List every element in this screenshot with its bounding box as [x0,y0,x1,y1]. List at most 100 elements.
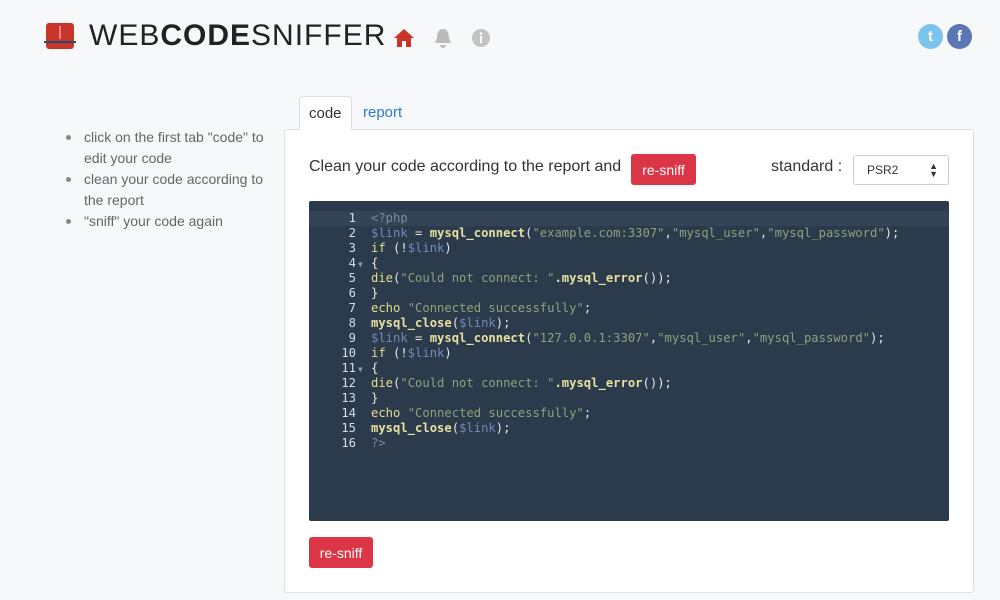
code-token: "Connected successfully" [407,406,584,420]
code-line[interactable]: 7 echo "Connected successfully"; [309,301,949,316]
code-token: <?php [371,211,408,225]
code-token: $link [407,346,445,360]
code-token: $link [459,421,496,435]
code-token: .mysql_error [554,376,643,390]
header: WEBCODESNIFFER t f [0,0,1000,75]
line-number: 3 [348,241,356,255]
code-token: mysql_connect [429,226,526,240]
line-number: 10 [341,346,356,360]
brand-part: WEB [89,19,161,52]
fold-arrow-icon[interactable]: ▼ [356,362,371,377]
line-number: 13 [341,391,356,405]
line-number: 11 [341,361,356,375]
code-token: echo [371,406,401,420]
code-token: ()); [642,271,672,285]
code-token: , [745,331,753,345]
code-token: ); [495,316,511,330]
standard-label: standard : [771,158,843,175]
code-token: "mysql_password" [767,226,885,240]
code-line[interactable]: 13} [309,391,949,406]
home-icon[interactable] [393,27,415,49]
line-number: 8 [348,316,356,330]
code-token: , [664,226,672,240]
code-line[interactable]: 12 die("Could not connect: ".mysql_error(… [309,376,949,391]
code-token: die [371,271,394,285]
code-token: ( [451,421,460,435]
brand-part: SNIFFER [251,19,387,52]
code-token: $link [407,241,445,255]
code-token: (! [385,241,408,255]
code-line[interactable]: 10 if (!$link) [309,346,949,361]
info-icon[interactable] [470,27,492,49]
code-line[interactable]: 2 $link = mysql_connect("example.com:3307… [309,226,949,241]
code-line[interactable]: 9 $link = mysql_connect("127.0.0.1:3307",… [309,331,949,346]
code-token: "mysql_password" [752,331,870,345]
code-editor[interactable]: 1 <?php 2 $link = mysql_connect ( "example.co… [309,201,949,521]
resniff-button[interactable]: re-sniff [309,537,373,568]
code-line[interactable]: 6} [309,286,949,301]
code-token: mysql_close [371,421,452,435]
tip-item: "sniff" your code again [66,211,266,232]
code-token: = [407,226,430,240]
brand-name[interactable]: WEBCODESNIFFER [89,19,386,53]
code-token: $link [371,331,408,345]
code-line[interactable]: 3 if (!$link) [309,241,949,256]
code-token: ) [444,241,452,255]
code-line[interactable]: 1 <?php [309,211,949,226]
line-number: 2 [348,226,356,240]
code-token: echo [371,301,401,315]
code-line[interactable]: 5 die("Could not connect: ".mysql_error()… [309,271,949,286]
code-token: "Connected successfully" [407,301,584,315]
code-line[interactable]: 16 ?> [309,436,949,451]
line-number: 1 [348,211,356,225]
fold-arrow-icon[interactable]: ▼ [356,257,371,272]
twitter-icon[interactable]: t [918,24,943,49]
line-number: 16 [341,436,356,450]
line-number: 4 [348,256,356,270]
code-token: $link [459,316,496,330]
bell-icon[interactable] [432,27,454,49]
code-token: .mysql_error [554,271,643,285]
code-token: ; [583,301,592,315]
select-arrows-icon: ▲ ▼ [929,161,938,179]
line-number: 14 [341,406,356,420]
line-number: 12 [341,376,356,390]
code-line[interactable]: 15 mysql_close($link); [309,421,949,436]
code-token: $link [371,226,408,240]
line-number: 5 [348,271,356,285]
code-line[interactable]: 8 mysql_close($link); [309,316,949,331]
code-token: mysql_connect [429,331,526,345]
code-token: if [371,241,386,255]
code-token: "127.0.0.1:3307" [532,331,650,345]
line-number: 6 [348,286,356,300]
code-token: "Could not connect: " [400,376,555,390]
code-token: (! [385,346,408,360]
code-token: die [371,376,394,390]
logo-icon[interactable] [44,23,76,49]
code-line[interactable]: 4 ▼{ [309,256,949,271]
code-token: "Could not connect: " [400,271,555,285]
code-token: ); [884,226,900,240]
code-token: = [407,331,430,345]
code-token: } [371,391,379,405]
facebook-icon[interactable]: f [947,24,972,49]
code-token: "example.com:3307" [532,226,665,240]
resniff-button-top[interactable]: re-sniff [631,154,696,185]
code-token: ()); [642,376,672,390]
standard-value: PSR2 [867,163,899,177]
tab-report[interactable]: report [354,96,411,130]
line-number: 9 [348,331,356,345]
tab-code[interactable]: code [299,96,352,130]
code-token: { [371,256,379,270]
tip-item: clean your code according to the report [66,169,266,211]
code-line[interactable]: 14 echo "Connected successfully"; [309,406,949,421]
standard-select[interactable]: PSR2 ▲ ▼ [853,155,949,185]
brand-part-bold: CODE [160,19,252,52]
code-token: ); [870,331,885,345]
tip-item: click on the first tab "code" to edit yo… [66,127,266,169]
code-token: ); [495,421,511,435]
code-token: ; [583,406,592,420]
code-line[interactable]: 11 ▼{ [309,361,949,376]
